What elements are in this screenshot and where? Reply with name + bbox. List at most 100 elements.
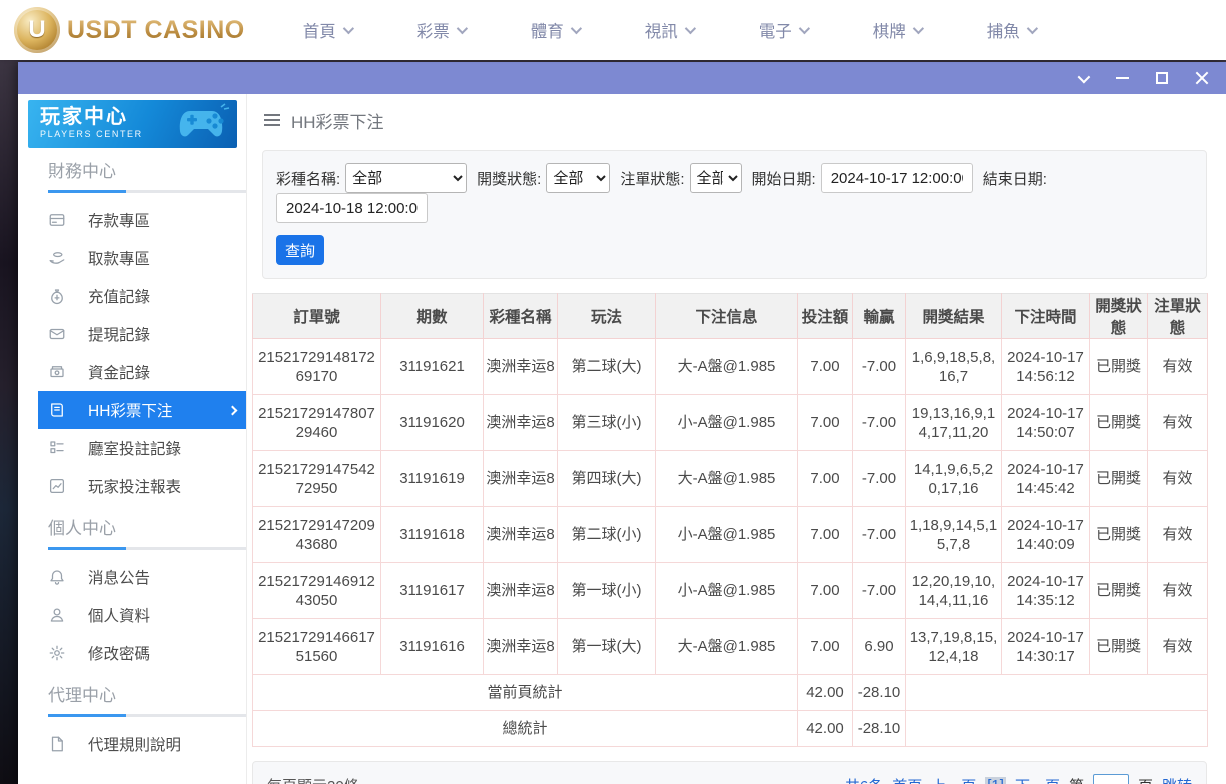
page-suffix-label: 页	[1138, 775, 1153, 784]
table-row: 215217291466175156031191616澳洲幸运8第一球(大)大-…	[253, 619, 1208, 675]
sidebar-item-withdraw-hand[interactable]: 取款專區	[38, 239, 246, 277]
start-date-input[interactable]	[821, 163, 973, 193]
nav-item-3[interactable]: 視訊	[645, 18, 693, 42]
menu-burger-icon[interactable]	[264, 114, 280, 126]
prev-page-link[interactable]: 上一页	[931, 775, 976, 784]
main-header: HH彩票下注	[247, 94, 1226, 146]
nav-item-5[interactable]: 棋牌	[873, 18, 921, 42]
moneybag-icon	[48, 287, 66, 305]
draw-status-select[interactable]: 全部	[546, 163, 610, 193]
summary-filler	[906, 711, 1208, 747]
table-cell: -7.00	[853, 507, 906, 563]
funds-record-icon	[48, 363, 66, 381]
players-center-window: 玩家中心 PLAYERS CENTER	[18, 62, 1226, 784]
sidebar-item-cash-envelope[interactable]: 提現記錄	[38, 315, 246, 353]
table-body: 215217291481726917031191621澳洲幸运8第二球(大)大-…	[253, 339, 1208, 675]
table-cell: 2152172914817269170	[253, 339, 381, 395]
brand-name: USDT CASINO	[67, 16, 245, 45]
table-cell: 1,6,9,18,5,8,16,7	[906, 339, 1002, 395]
table-cell: 已開獎	[1090, 563, 1148, 619]
sidebar-item-document[interactable]: 代理規則說明	[38, 725, 246, 763]
sidebar-item-deposit-card[interactable]: 存款專區	[38, 201, 246, 239]
section-divider	[48, 190, 246, 193]
chevron-down-icon	[1026, 23, 1037, 34]
table-row: 215217291478072946031191620澳洲幸运8第三球(小)小-…	[253, 395, 1208, 451]
table-cell: 1,18,9,14,5,15,7,8	[906, 507, 1002, 563]
lottery-select[interactable]: 全部	[345, 163, 467, 193]
table-cell: 有效	[1148, 563, 1208, 619]
sidebar-item-gear[interactable]: 修改密碼	[38, 634, 246, 672]
nav-item-2[interactable]: 體育	[531, 18, 579, 42]
cash-envelope-icon	[48, 325, 66, 343]
ledger-icon	[48, 401, 66, 419]
table-cell: 有效	[1148, 507, 1208, 563]
sidebar-item-funds-record[interactable]: 資金記錄	[38, 353, 246, 391]
sidebar-item-moneybag[interactable]: 充值記錄	[38, 277, 246, 315]
chevron-right-icon	[228, 405, 238, 415]
summary-filler	[906, 675, 1208, 711]
table-cell: 小-A盤@1.985	[656, 563, 798, 619]
sidebar-item-label: 玩家投注報表	[88, 475, 181, 497]
sidebar-item-label: 存款專區	[88, 209, 150, 231]
sidebar-menu: 財務中心存款專區取款專區充值記錄提現記錄資金記錄HH彩票下注廳室投註記錄玩家投注…	[18, 160, 246, 763]
section-divider	[48, 547, 246, 550]
nav-item-0[interactable]: 首頁	[303, 18, 351, 42]
nav-item-4[interactable]: 電子	[759, 18, 807, 42]
order-status-select[interactable]: 全部	[690, 163, 742, 193]
sidebar-item-label: HH彩票下注	[88, 399, 172, 421]
nav-item-1[interactable]: 彩票	[417, 18, 465, 42]
sidebar-item-report-chart[interactable]: 玩家投注報表	[38, 467, 246, 505]
table-cell: 有效	[1148, 395, 1208, 451]
table-cell: 13,7,19,8,15,12,4,18	[906, 619, 1002, 675]
sidebar-item-label: 消息公告	[88, 566, 150, 588]
table-cell: -7.00	[853, 563, 906, 619]
col-header: 玩法	[558, 294, 656, 339]
collapse-icon[interactable]	[1074, 70, 1090, 86]
col-header: 注單狀態	[1148, 294, 1208, 339]
table-cell: 已開獎	[1090, 451, 1148, 507]
sidebar-item-bell[interactable]: 消息公告	[38, 558, 246, 596]
summary-label: 當前頁統計	[253, 675, 798, 711]
nav-item-6[interactable]: 捕魚	[987, 18, 1035, 42]
table-cell: 第一球(大)	[558, 619, 656, 675]
end-date-label: 結束日期:	[983, 168, 1047, 189]
bet-list-icon	[48, 439, 66, 457]
sidebar-item-person[interactable]: 個人資料	[38, 596, 246, 634]
main-nav: 首頁 彩票 體育 視訊 電子 棋牌 捕魚	[303, 18, 1035, 42]
table-cell: 12,20,19,10,14,4,11,16	[906, 563, 1002, 619]
table-cell: 31191616	[381, 619, 484, 675]
sidebar: 玩家中心 PLAYERS CENTER	[18, 94, 247, 784]
table-cell: 14,1,9,6,5,20,17,16	[906, 451, 1002, 507]
table-cell: 2152172914691243050	[253, 563, 381, 619]
table-cell: 已開獎	[1090, 339, 1148, 395]
table-row: 215217291469124305031191617澳洲幸运8第一球(小)小-…	[253, 563, 1208, 619]
sidebar-item-ledger[interactable]: HH彩票下注	[38, 391, 246, 429]
close-icon[interactable]	[1194, 70, 1210, 86]
maximize-icon[interactable]	[1154, 70, 1170, 86]
sidebar-item-bet-list[interactable]: 廳室投註記錄	[38, 429, 246, 467]
table-cell: 有效	[1148, 339, 1208, 395]
chevron-down-icon	[684, 23, 695, 34]
chevron-down-icon	[342, 23, 353, 34]
end-date-input[interactable]	[276, 193, 428, 223]
table-cell: 澳洲幸运8	[484, 507, 558, 563]
next-page-link[interactable]: 下一页	[1015, 775, 1060, 784]
first-page-link[interactable]: 首页	[892, 775, 922, 784]
minimize-icon[interactable]	[1114, 70, 1130, 86]
lottery-filter-label: 彩種名稱:	[276, 168, 340, 189]
current-page-stats-row: 當前頁統計42.00-28.10	[253, 675, 1208, 711]
table-cell: 2152172914780729460	[253, 395, 381, 451]
section-title: 代理中心	[48, 684, 246, 708]
jump-link[interactable]: 跳转	[1162, 775, 1192, 784]
table-cell: 7.00	[798, 619, 853, 675]
draw-status-label: 開獎狀態:	[477, 168, 541, 189]
filter-panel: 彩種名稱: 全部 開獎狀態: 全部 注單狀態: 全部 開始日期:	[262, 150, 1207, 279]
total-stats-row: 總統計42.00-28.10	[253, 711, 1208, 747]
page-number-input[interactable]	[1093, 774, 1129, 784]
nav-item-label: 彩票	[417, 18, 450, 42]
search-button[interactable]: 查詢	[276, 235, 324, 265]
nav-item-label: 電子	[759, 18, 792, 42]
table-cell: 7.00	[798, 451, 853, 507]
start-date-label: 開始日期:	[752, 168, 816, 189]
table-cell: -7.00	[853, 451, 906, 507]
